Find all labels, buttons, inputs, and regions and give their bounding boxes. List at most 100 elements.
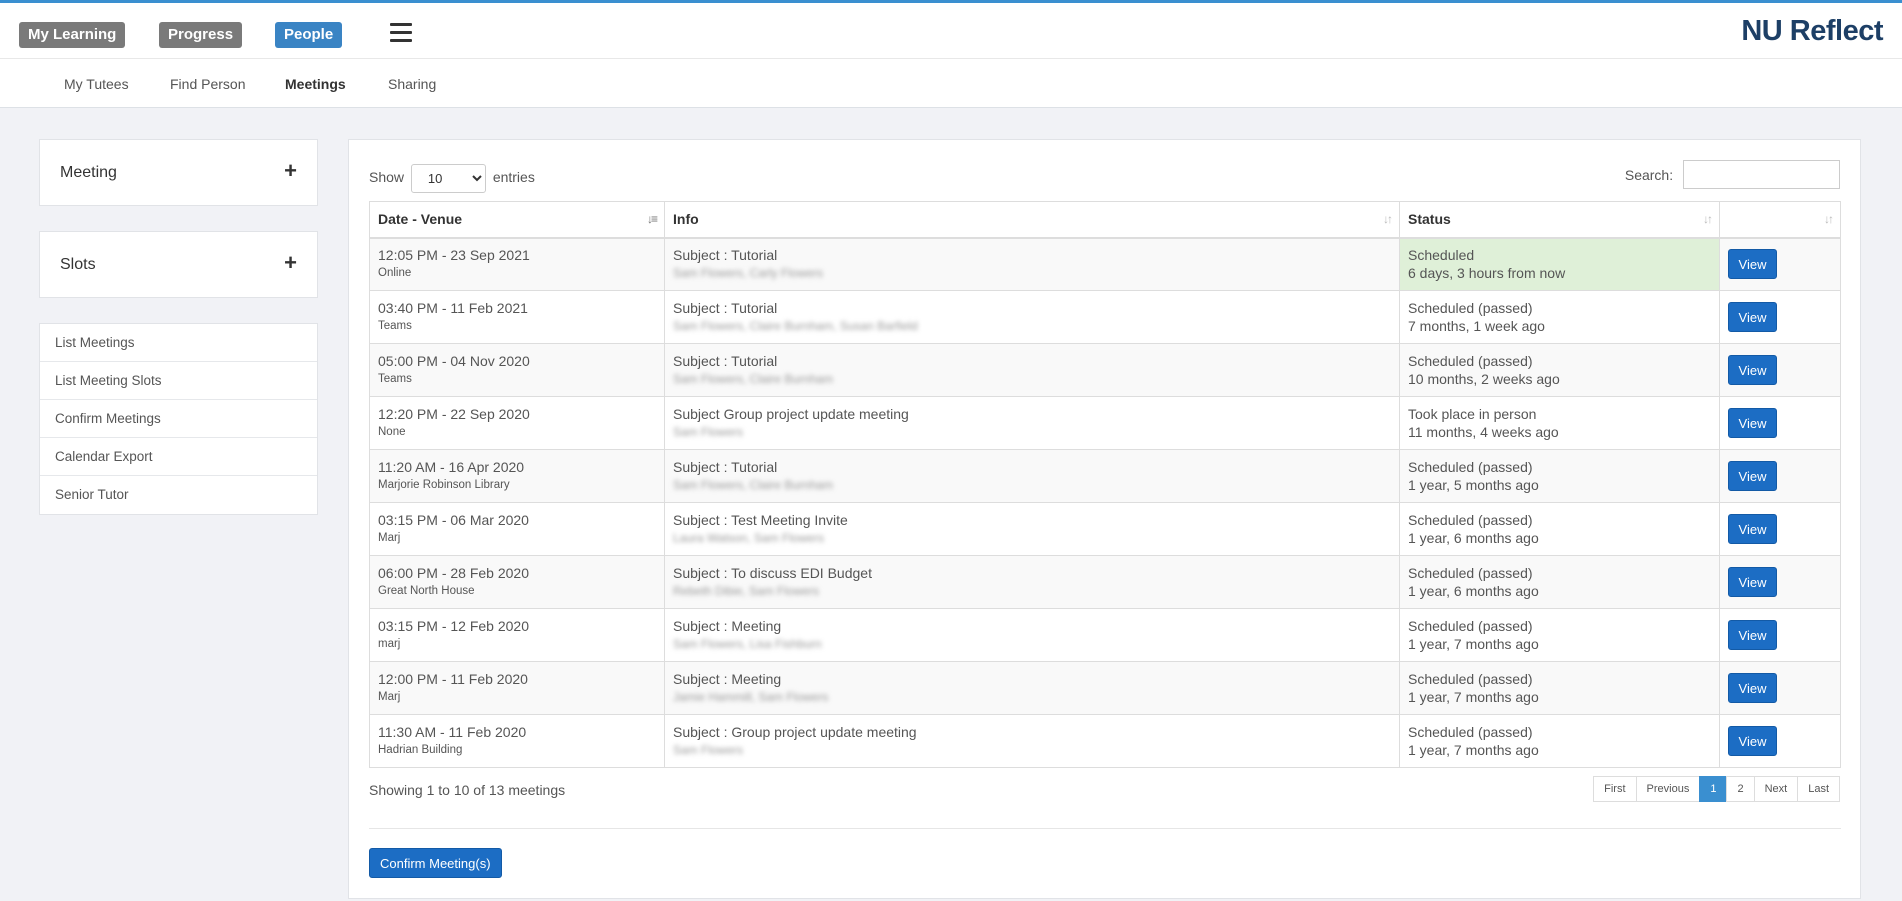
entries-select[interactable]: 10	[410, 164, 486, 193]
sidebar-item-list-meetings[interactable]: List Meetings	[40, 324, 317, 362]
cell-action: View	[1719, 714, 1841, 768]
table-row: 06:00 PM - 28 Feb 2020 Great North House S…	[369, 555, 1841, 609]
view-button[interactable]: View	[1728, 249, 1777, 280]
table-row: 05:00 PM - 04 Nov 2020 Teams Subject : Tut…	[369, 343, 1841, 397]
meeting-date: 03:15 PM - 12 Feb 2020	[378, 618, 529, 634]
table-row: 12:20 PM - 22 Sep 2020 None Subject Group …	[369, 396, 1841, 450]
entries-control: Show 10 entries	[369, 164, 535, 193]
view-button[interactable]: View	[1728, 726, 1777, 756]
meeting-relative-time: 1 year, 5 months ago	[1408, 477, 1539, 493]
cell-date-venue: 12:05 PM - 23 Sep 2021 Online	[369, 237, 665, 291]
top-navbar: My Learning Progress People NU Reflect	[0, 0, 1902, 58]
meeting-subject: Subject : Tutorial	[673, 459, 778, 475]
meeting-date: 03:40 PM - 11 Feb 2021	[378, 300, 528, 316]
sidebar-item-senior-tutor[interactable]: Senior Tutor	[40, 476, 317, 514]
people-button[interactable]: People	[275, 22, 343, 48]
divider	[369, 828, 1841, 829]
meeting-date: 12:20 PM - 22 Sep 2020	[378, 406, 530, 422]
cell-info: Subject : Test Meeting Invite Laura Watso…	[664, 502, 1400, 556]
sidebar-item-list-meeting-slots[interactable]: List Meeting Slots	[40, 362, 317, 400]
entries-label: entries	[492, 169, 535, 186]
view-button[interactable]: View	[1728, 461, 1777, 491]
table-info: Showing 1 to 10 of 13 meetings	[369, 782, 566, 798]
cell-info: Subject : Meeting Jamie Hammill, Sam Flow…	[664, 661, 1400, 715]
meeting-relative-time: 1 year, 7 months ago	[1408, 742, 1539, 758]
meeting-subject: Subject : Tutorial	[673, 300, 778, 316]
cell-date-venue: 03:15 PM - 06 Mar 2020 Marj	[369, 502, 665, 556]
confirm-meetings-button[interactable]: Confirm Meeting(s)	[369, 848, 502, 878]
cell-status: Scheduled 6 days, 3 hours from now	[1399, 237, 1720, 291]
meeting-subject: Subject : Tutorial	[673, 247, 778, 264]
subnav-sharing[interactable]: Sharing	[388, 76, 436, 92]
meeting-venue: Hadrian Building	[378, 744, 463, 756]
cell-info: Subject : Meeting Sam Flowers, Lisa Fishb…	[664, 608, 1400, 662]
add-slot-plus-icon[interactable]: +	[284, 252, 297, 274]
subnav-meetings[interactable]: Meetings	[285, 76, 346, 92]
page-last[interactable]: Last	[1797, 776, 1840, 802]
cell-action: View	[1719, 396, 1841, 450]
view-button[interactable]: View	[1728, 567, 1777, 597]
my-learning-button[interactable]: My Learning	[19, 22, 126, 48]
subnav-my-tutees[interactable]: My Tutees	[64, 76, 129, 92]
meeting-relative-time: 11 months, 4 weeks ago	[1408, 424, 1559, 440]
page-first[interactable]: First	[1593, 776, 1637, 802]
page-1[interactable]: 1	[1699, 776, 1728, 802]
cell-info: Subject Group project update meeting Sam …	[664, 396, 1400, 450]
header-date-venue[interactable]: Date - Venue ↓≡	[369, 201, 665, 239]
cell-date-venue: 12:00 PM - 11 Feb 2020 Marj	[369, 661, 665, 715]
table-row: 03:15 PM - 06 Mar 2020 Marj Subject : Test…	[369, 502, 1841, 556]
sidebar-item-confirm-meetings[interactable]: Confirm Meetings	[40, 400, 317, 438]
cell-info: Subject : Tutorial Sam Flowers, Claire Bu…	[664, 290, 1400, 344]
cell-action: View	[1719, 555, 1841, 609]
pagination: First Previous 1 2 Next Last	[1593, 776, 1840, 802]
meeting-relative-time: 1 year, 6 months ago	[1408, 583, 1539, 599]
cell-action: View	[1719, 290, 1841, 344]
meeting-attendees: Jamie Hammill, Sam Flowers	[673, 690, 829, 704]
progress-button[interactable]: Progress	[159, 22, 243, 48]
meeting-date: 05:00 PM - 04 Nov 2020	[378, 353, 530, 369]
sort-icon: ↓↑	[1383, 212, 1393, 226]
cell-date-venue: 12:20 PM - 22 Sep 2020 None	[369, 396, 665, 450]
search-control: Search:	[1625, 160, 1840, 189]
search-input[interactable]	[1683, 160, 1840, 189]
view-button[interactable]: View	[1728, 408, 1777, 438]
meeting-attendees: Laura Watson, Sam Flowers	[673, 531, 824, 545]
page-next[interactable]: Next	[1753, 776, 1799, 802]
subnav-find-person[interactable]: Find Person	[170, 76, 245, 92]
view-button[interactable]: View	[1728, 673, 1777, 703]
header-info[interactable]: Info ↓↑	[664, 201, 1400, 239]
view-button[interactable]: View	[1728, 620, 1777, 650]
meeting-date: 06:00 PM - 28 Feb 2020	[378, 565, 529, 581]
add-meeting-plus-icon[interactable]: +	[284, 160, 297, 182]
meeting-venue: marj	[378, 638, 401, 650]
view-button[interactable]: View	[1728, 302, 1777, 332]
sidebar-menu: List Meetings List Meeting Slots Confirm…	[39, 323, 318, 515]
meeting-attendees: Rebeth Dibie, Sam Flowers	[673, 584, 820, 598]
cell-action: View	[1719, 502, 1841, 556]
meeting-subject: Subject Group project update meeting	[673, 406, 909, 422]
meetings-panel: Show 10 entries Search: Date - Venue ↓≡ I…	[348, 139, 1861, 899]
page-2[interactable]: 2	[1726, 776, 1755, 802]
brand-logo[interactable]: NU Reflect	[1741, 15, 1883, 48]
meeting-subject: Subject : Group project update meeting	[673, 724, 917, 740]
table-row: 03:15 PM - 12 Feb 2020 marj Subject : Meet…	[369, 608, 1841, 662]
view-button[interactable]: View	[1728, 514, 1777, 544]
meeting-status: Scheduled (passed)	[1408, 618, 1533, 634]
sub-navigation: My Tutees Find Person Meetings Sharing	[0, 58, 1902, 108]
cell-date-venue: 11:20 AM - 16 Apr 2020 Marjorie Robinson …	[369, 449, 665, 503]
cell-action: View	[1719, 608, 1841, 662]
cell-date-venue: 03:40 PM - 11 Feb 2021 Teams	[369, 290, 665, 344]
meeting-attendees: Sam Flowers, Carly Flowers	[673, 266, 824, 281]
meeting-date: 11:30 AM - 11 Feb 2020	[378, 724, 527, 740]
meeting-status: Took place in person	[1408, 406, 1537, 422]
header-status[interactable]: Status ↓↑	[1399, 201, 1720, 239]
table-row: 03:40 PM - 11 Feb 2021 Teams Subject : Tut…	[369, 290, 1841, 344]
hamburger-menu-icon[interactable]	[390, 23, 412, 43]
search-label: Search:	[1624, 166, 1674, 183]
cell-info: Subject : Tutorial Sam Flowers, Claire Bu…	[664, 449, 1400, 503]
header-actions[interactable]: ↓↑	[1719, 201, 1841, 239]
page-previous[interactable]: Previous	[1635, 776, 1701, 802]
view-button[interactable]: View	[1728, 355, 1777, 385]
header-status-label: Status	[1408, 211, 1451, 228]
sidebar-item-calendar-export[interactable]: Calendar Export	[40, 438, 317, 476]
